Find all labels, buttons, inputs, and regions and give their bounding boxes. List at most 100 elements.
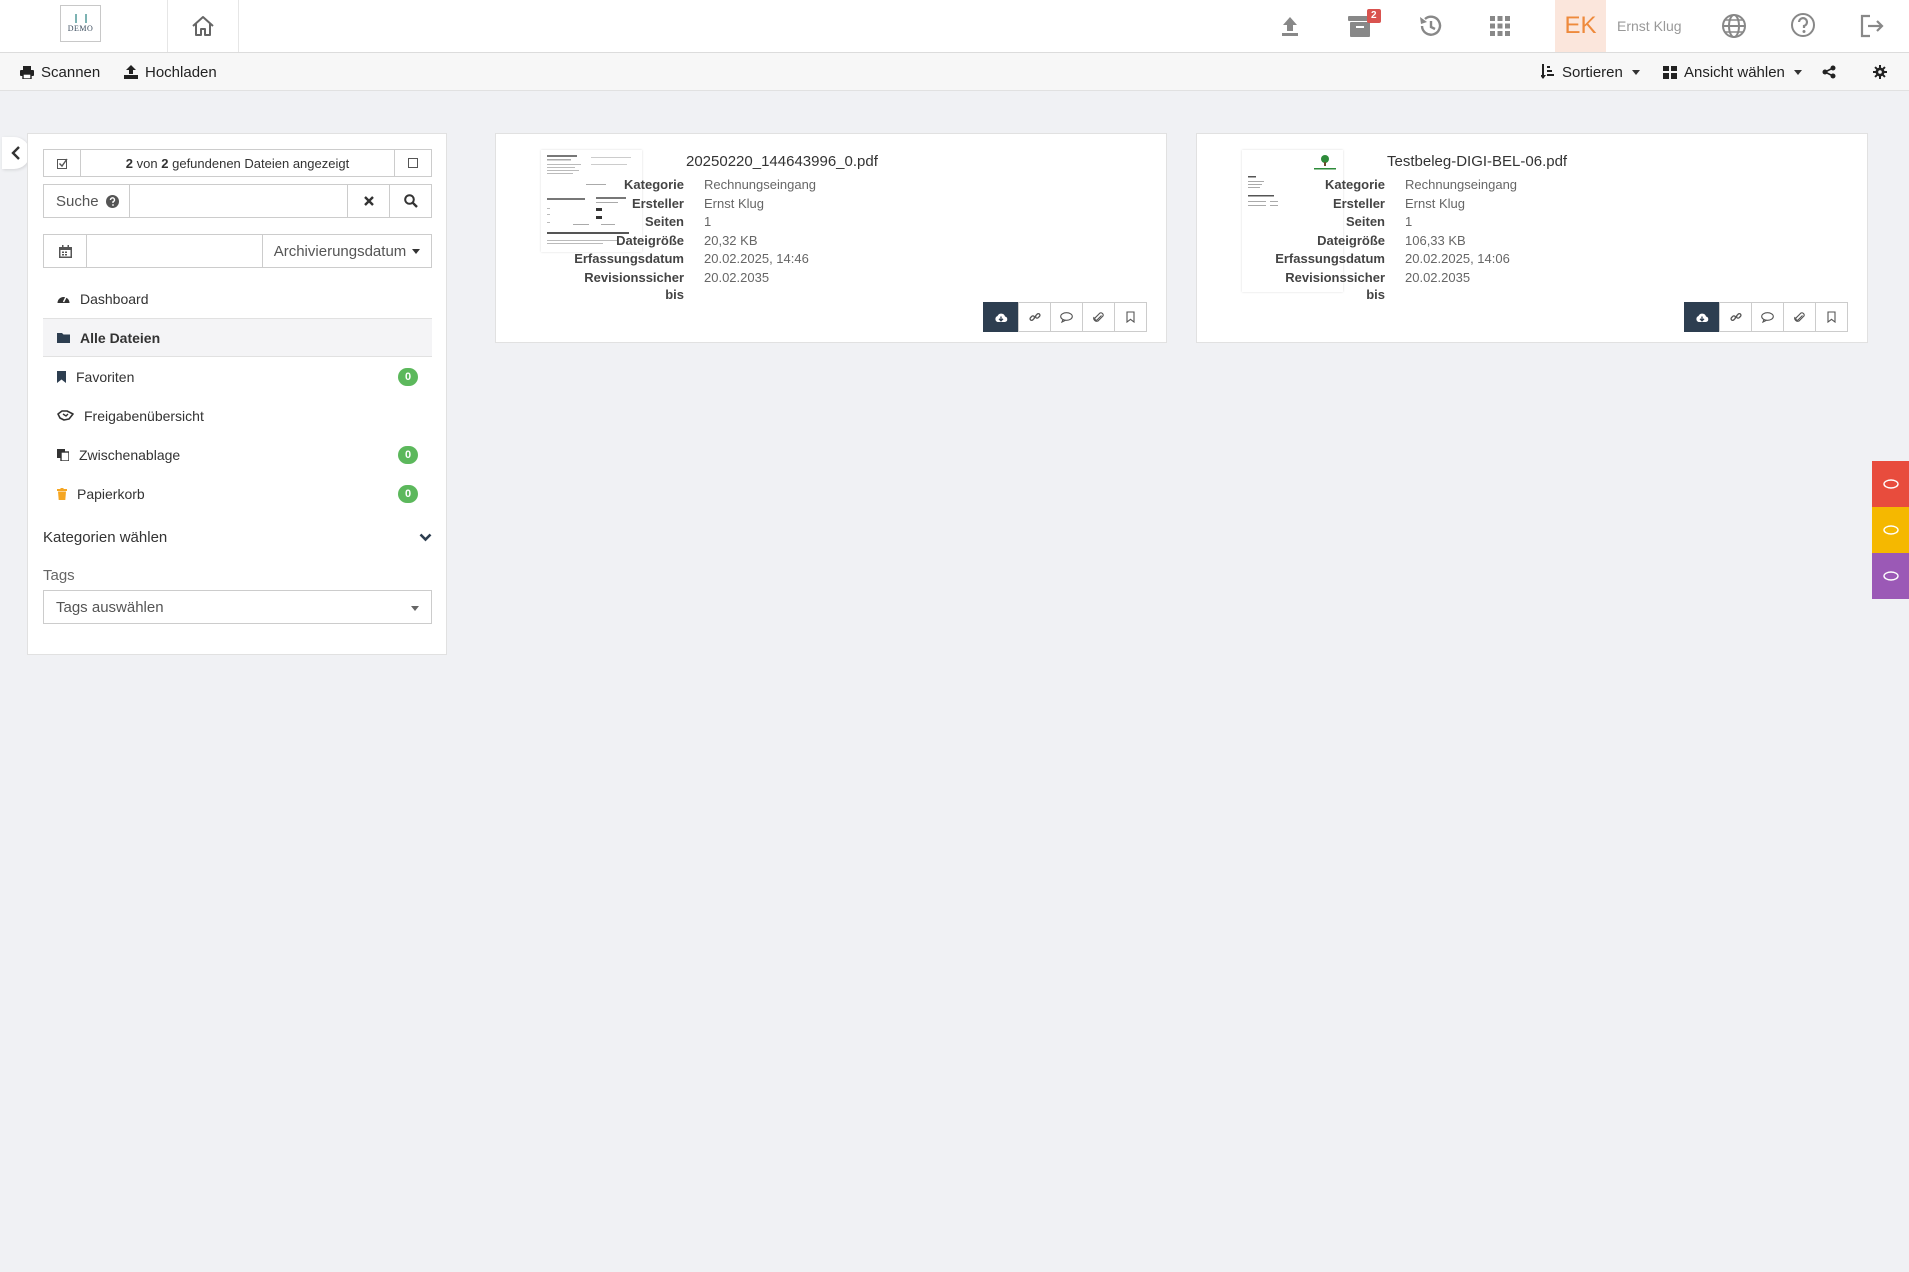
count-suffix: gefundenen Dateien angezeigt (172, 155, 350, 171)
paperclip-icon (1794, 311, 1805, 322)
attachment-button[interactable] (1783, 302, 1816, 332)
download-button[interactable] (983, 302, 1019, 332)
sort-dropdown[interactable]: Sortieren (1541, 53, 1640, 91)
tags-select[interactable]: Tags auswählen (43, 590, 432, 624)
meta-key-size: Dateigröße (616, 232, 684, 248)
meta-value-category: Rechnungseingang (704, 177, 817, 192)
chevron-down-icon (412, 248, 421, 254)
link-button[interactable] (1018, 302, 1051, 332)
menu-item-dashboard[interactable]: Dashboard (43, 279, 432, 318)
meta-value-pages: 1 (1405, 214, 1413, 230)
side-tab-red[interactable] (1872, 461, 1909, 507)
meta-key-category: Kategorie (624, 177, 684, 192)
file-metadata: Kategorie Rechnungseingang Ersteller Ernst… (564, 177, 816, 303)
top-navbar: DEMO 2 EK Ernst Klug (0, 0, 1909, 53)
question-circle-icon[interactable] (105, 194, 119, 208)
search-input[interactable] (130, 185, 347, 217)
comment-icon (1060, 311, 1073, 323)
bookmark-button[interactable] (1114, 302, 1147, 332)
chevron-left-icon (11, 146, 20, 160)
side-tab-yellow[interactable] (1872, 507, 1909, 553)
calendar-icon (58, 244, 72, 258)
menu-item-favorites[interactable]: Favoriten 0 (43, 357, 432, 396)
language-nav-button[interactable] (1709, 0, 1759, 52)
side-tab-purple[interactable] (1872, 553, 1909, 599)
settings-button[interactable] (1873, 53, 1887, 91)
chevron-down-icon (1793, 69, 1802, 75)
square-icon (408, 158, 418, 168)
view-dropdown[interactable]: Ansicht wählen (1663, 53, 1802, 91)
sort-label: Sortieren (1562, 63, 1623, 81)
file-name[interactable]: Testbeleg-DIGI-BEL-06.pdf (1387, 153, 1567, 170)
apps-nav-button[interactable] (1475, 0, 1525, 52)
menu-item-trash[interactable]: Papierkorb 0 (43, 474, 432, 513)
logout-icon (1860, 14, 1884, 38)
search-button[interactable] (389, 185, 431, 217)
date-type-label: Archivierungsdatum (273, 242, 407, 260)
company-logo[interactable]: DEMO (60, 5, 101, 42)
meta-key-retention: Revisionssicher bis (1285, 269, 1385, 302)
meta-value-captured: 20.02.2025, 14:46 (704, 251, 809, 267)
clear-search-button[interactable] (347, 185, 389, 217)
file-card[interactable]: Testbeleg-DIGI-BEL-06.pdf Kategorie Rechn… (1196, 133, 1868, 343)
view-label: Ansicht wählen (1684, 63, 1785, 81)
tags-placeholder: Tags auswählen (56, 598, 164, 616)
meta-key-pages: Seiten (644, 214, 684, 230)
meta-key-size: Dateigröße (1317, 232, 1385, 248)
menu-item-label: Favoriten (76, 368, 135, 385)
logout-nav-button[interactable] (1847, 0, 1897, 52)
meta-value-retention: 20.02.2035 (704, 269, 770, 285)
upload-nav-button[interactable] (1265, 0, 1315, 52)
calendar-button[interactable] (44, 235, 87, 267)
search-group: Suche (43, 184, 432, 218)
action-toolbar: Scannen Hochladen Sortieren Ansicht wähl… (0, 53, 1909, 91)
file-actions (983, 302, 1147, 332)
file-metadata: Kategorie Rechnungseingang Ersteller Ernst… (1265, 177, 1517, 303)
date-type-dropdown[interactable]: Archivierungsdatum (263, 235, 431, 267)
link-icon (1028, 313, 1041, 321)
user-avatar[interactable]: EK (1555, 0, 1606, 52)
chevron-down-icon (419, 533, 432, 541)
home-button[interactable] (168, 0, 239, 52)
bookmark-button[interactable] (1815, 302, 1848, 332)
menu-item-all-files[interactable]: Alle Dateien (43, 318, 432, 357)
view-grid-icon (1663, 65, 1677, 79)
file-name[interactable]: 20250220_144643996_0.pdf (686, 153, 878, 170)
meta-key-category: Kategorie (1325, 177, 1385, 192)
menu-item-clipboard[interactable]: Zwischenablage 0 (43, 435, 432, 474)
sidebar-collapse-button[interactable] (2, 137, 30, 169)
meta-value-size: 20,32 KB (704, 232, 758, 248)
categories-toggle[interactable]: Kategorien wählen (43, 524, 432, 550)
total-count: 2 (161, 155, 169, 171)
archive-nav-button[interactable]: 2 (1335, 0, 1385, 52)
comment-button[interactable] (1751, 302, 1784, 332)
select-all-button[interactable] (44, 150, 80, 176)
share-button[interactable] (1822, 53, 1836, 91)
chevron-down-icon (1631, 69, 1640, 75)
deselect-all-button[interactable] (395, 150, 431, 176)
categories-label: Kategorien wählen (43, 528, 168, 546)
file-card[interactable]: 20250220_144643996_0.pdf Kategorie Rechnu… (495, 133, 1167, 343)
selection-bar: 2 von 2 gefundenen Dateien angezeigt (43, 149, 432, 177)
help-nav-button[interactable] (1778, 0, 1828, 52)
user-name[interactable]: Ernst Klug (1617, 18, 1682, 34)
history-nav-button[interactable] (1405, 0, 1455, 52)
date-range-input[interactable] (87, 235, 263, 267)
meta-value-creator: Ernst Klug (704, 195, 764, 211)
comment-button[interactable] (1050, 302, 1083, 332)
scan-button[interactable]: Scannen (20, 53, 100, 91)
count-von: von (136, 155, 158, 171)
share-icon (1822, 65, 1836, 79)
meta-value-size: 106,33 KB (1405, 232, 1466, 248)
menu-item-shares[interactable]: Freigabenübersicht (43, 396, 432, 435)
clipboard-count-badge: 0 (398, 446, 418, 464)
favorites-count-badge: 0 (398, 368, 418, 386)
link-icon (1729, 313, 1742, 321)
download-button[interactable] (1684, 302, 1720, 332)
attachment-button[interactable] (1082, 302, 1115, 332)
upload-icon (1282, 17, 1298, 36)
upload-button[interactable]: Hochladen (124, 53, 217, 91)
ellipse-icon (1882, 525, 1899, 535)
archive-count-badge: 2 (1367, 9, 1381, 23)
link-button[interactable] (1719, 302, 1752, 332)
